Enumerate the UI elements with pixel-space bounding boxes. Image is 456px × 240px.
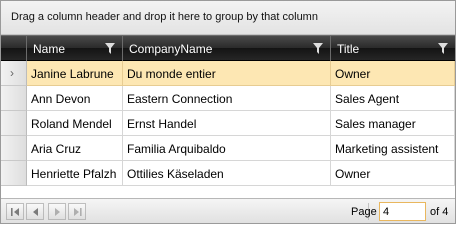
cell-title[interactable]: Sales Agent: [331, 86, 455, 111]
cell-company[interactable]: Ottilies Käseladen: [123, 161, 331, 186]
row-indicator[interactable]: [1, 111, 27, 136]
cell-company[interactable]: Ernst Handel: [123, 111, 331, 136]
cell-company[interactable]: Du monde entier: [123, 61, 331, 86]
cell-company[interactable]: Eastern Connection: [123, 86, 331, 111]
cell-title[interactable]: Sales manager: [331, 111, 455, 136]
column-header-companyname[interactable]: CompanyName: [123, 36, 331, 61]
row-indicator[interactable]: [1, 86, 27, 111]
cell-name[interactable]: Roland Mendel: [27, 111, 123, 136]
next-page-button[interactable]: [48, 203, 66, 220]
table-row[interactable]: Ann Devon Eastern Connection Sales Agent: [1, 86, 455, 111]
column-header-label: Title: [337, 42, 360, 56]
chevron-right-icon: ›: [10, 66, 14, 80]
cell-name[interactable]: Ann Devon: [27, 86, 123, 111]
group-panel-hint: Drag a column header and drop it here to…: [11, 11, 318, 23]
data-grid: Drag a column header and drop it here to…: [0, 0, 456, 224]
group-panel[interactable]: Drag a column header and drop it here to…: [1, 1, 455, 35]
column-header-label: Name: [33, 42, 66, 56]
filter-icon[interactable]: [105, 43, 115, 54]
table-row[interactable]: Aria Cruz Familia Arquibaldo Marketing a…: [1, 136, 455, 161]
cell-name[interactable]: Janine Labrune: [27, 61, 123, 86]
table-row[interactable]: Roland Mendel Ernst Handel Sales manager: [1, 111, 455, 136]
row-indicator[interactable]: [1, 136, 27, 161]
page-count-label: of 4: [430, 206, 449, 218]
page-number-input[interactable]: [379, 202, 426, 221]
last-page-icon: [74, 208, 82, 216]
cell-title[interactable]: Owner: [331, 61, 455, 86]
last-page-button[interactable]: [68, 203, 86, 220]
cell-company[interactable]: Familia Arquibaldo: [123, 136, 331, 161]
first-page-button[interactable]: [6, 203, 24, 220]
first-page-icon: [11, 208, 19, 216]
grid-body: › Janine Labrune Du monde entier Owner A…: [1, 61, 455, 186]
header-indicator-cell: [1, 36, 27, 61]
filter-icon[interactable]: [438, 43, 448, 54]
cell-title[interactable]: Marketing assistent: [331, 136, 455, 161]
data-pager: Page of 4: [1, 198, 455, 223]
cell-name[interactable]: Aria Cruz: [27, 136, 123, 161]
grid-empty-area: [1, 186, 455, 198]
row-indicator[interactable]: [1, 161, 27, 186]
table-row[interactable]: Henriette Pfalzh Ottilies Käseladen Owne…: [1, 161, 455, 186]
filter-icon[interactable]: [313, 43, 323, 54]
next-page-icon: [55, 208, 60, 216]
page-label: Page: [351, 206, 377, 218]
table-row[interactable]: › Janine Labrune Du monde entier Owner: [1, 61, 455, 86]
previous-page-icon: [33, 208, 38, 216]
cell-title[interactable]: Owner: [331, 161, 455, 186]
row-indicator[interactable]: ›: [1, 61, 27, 86]
cell-name[interactable]: Henriette Pfalzh: [27, 161, 123, 186]
previous-page-button[interactable]: [26, 203, 44, 220]
column-header-name[interactable]: Name: [27, 36, 123, 61]
column-header-row: Name CompanyName Title: [1, 35, 455, 61]
column-header-label: CompanyName: [129, 42, 213, 56]
column-header-title[interactable]: Title: [331, 36, 455, 61]
